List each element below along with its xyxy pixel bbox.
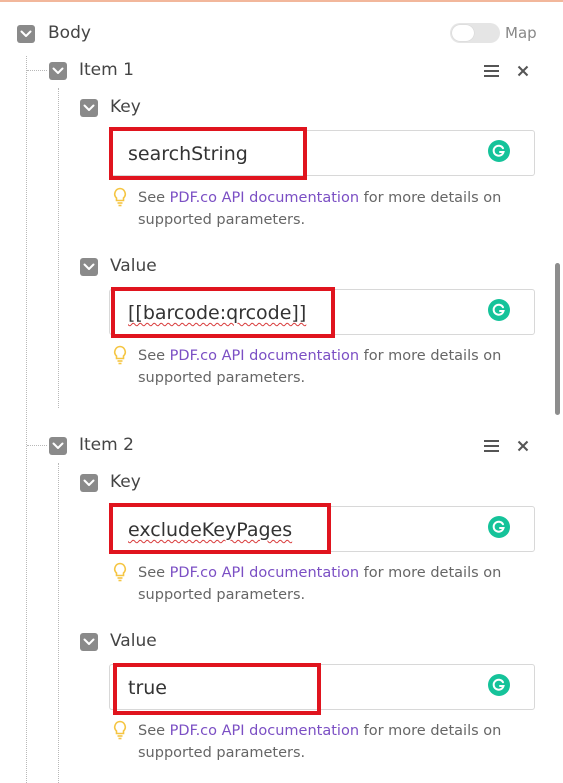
item-1-label: Item 1	[79, 60, 134, 80]
grammarly-button[interactable]	[488, 516, 510, 538]
hint-text: See	[138, 348, 170, 364]
item-2-key-hint: See PDF.co API documentation for more de…	[138, 562, 518, 606]
pdfco-api-docs-link[interactable]: PDF.co API documentation	[170, 348, 359, 364]
lightbulb-icon	[114, 562, 126, 582]
body-field-panel: Body Map Item 1 Key searchString See PDF…	[0, 0, 563, 783]
map-label: Map	[505, 24, 537, 42]
chevron-down-icon	[52, 442, 64, 449]
chevron-down-icon	[20, 30, 32, 37]
pdfco-api-docs-link[interactable]: PDF.co API documentation	[170, 565, 359, 581]
item-2-remove-button[interactable]	[514, 437, 532, 455]
tree-guide-item-2-children	[58, 463, 59, 783]
chevron-down-icon	[52, 67, 64, 74]
chevron-down-icon	[83, 263, 95, 270]
pdfco-api-docs-link[interactable]: PDF.co API documentation	[170, 190, 359, 206]
item-1-collapse-toggle[interactable]	[49, 62, 67, 80]
grammarly-icon	[492, 520, 505, 533]
tree-guide-item-2	[27, 445, 47, 446]
hamburger-menu-icon	[483, 65, 499, 77]
item-1-key-label: Key	[110, 97, 141, 117]
close-icon	[517, 65, 529, 77]
map-toggle-knob	[452, 25, 474, 41]
item-2-value-label: Value	[110, 631, 157, 651]
lightbulb-icon	[114, 345, 126, 365]
chevron-down-icon	[83, 104, 95, 111]
item-1-key-value: searchString	[128, 143, 248, 165]
map-toggle[interactable]	[450, 23, 500, 43]
tree-guide-body	[26, 56, 27, 783]
chevron-down-icon	[83, 638, 95, 645]
body-label: Body	[48, 23, 91, 43]
body-collapse-toggle[interactable]	[17, 25, 35, 43]
item-2-label: Item 2	[79, 435, 134, 455]
item-2-value-value: true	[128, 677, 167, 699]
item-2-key-input[interactable]: excludeKeyPages	[109, 506, 535, 552]
chevron-down-icon	[83, 479, 95, 486]
item-2-key-label: Key	[110, 472, 141, 492]
tree-guide-item-1	[27, 70, 47, 71]
item-2-collapse-toggle[interactable]	[49, 437, 67, 455]
hamburger-menu-icon	[483, 440, 499, 452]
grammarly-icon	[492, 303, 505, 316]
item-1-reorder-button[interactable]	[482, 62, 500, 80]
grammarly-button[interactable]	[488, 299, 510, 321]
item-1-remove-button[interactable]	[514, 62, 532, 80]
item-2-value-hint: See PDF.co API documentation for more de…	[138, 720, 518, 764]
item-1-value-input[interactable]: [[barcode:qrcode]]	[109, 289, 535, 335]
item-1-key-hint: See PDF.co API documentation for more de…	[138, 187, 518, 231]
item-2-value-input[interactable]: true	[109, 664, 535, 710]
item-2-key-value: excludeKeyPages	[128, 519, 293, 541]
item-1-value-value: [[barcode:qrcode]]	[128, 302, 307, 324]
close-icon	[517, 440, 529, 452]
item-1-key-input[interactable]: searchString	[109, 130, 535, 176]
top-divider	[0, 0, 563, 2]
grammarly-icon	[492, 678, 505, 691]
lightbulb-icon	[114, 187, 126, 207]
grammarly-button[interactable]	[488, 140, 510, 162]
hint-text: See	[138, 723, 170, 739]
grammarly-button[interactable]	[488, 674, 510, 696]
item-2-key-collapse-toggle[interactable]	[80, 474, 98, 492]
pdfco-api-docs-link[interactable]: PDF.co API documentation	[170, 723, 359, 739]
item-2-value-collapse-toggle[interactable]	[80, 633, 98, 651]
tree-guide-item-1-children	[58, 88, 59, 408]
item-1-value-collapse-toggle[interactable]	[80, 258, 98, 276]
vertical-scrollbar-thumb[interactable]	[555, 263, 560, 415]
hint-text: See	[138, 565, 170, 581]
item-1-key-collapse-toggle[interactable]	[80, 99, 98, 117]
item-1-value-label: Value	[110, 256, 157, 276]
item-1-value-hint: See PDF.co API documentation for more de…	[138, 345, 518, 389]
lightbulb-icon	[114, 720, 126, 740]
hint-text: See	[138, 190, 170, 206]
grammarly-icon	[492, 144, 505, 157]
item-2-reorder-button[interactable]	[482, 437, 500, 455]
